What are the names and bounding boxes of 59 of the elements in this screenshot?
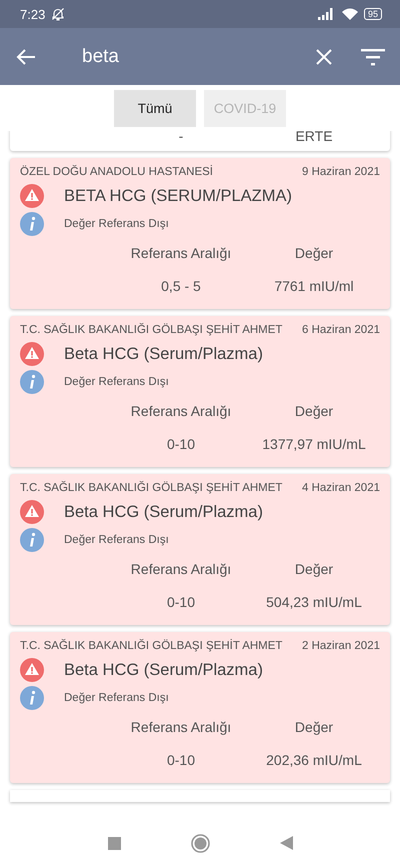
result-note: Değer Referans Dışı (64, 533, 169, 548)
test-name: Beta HCG (Serum/Plazma) (64, 660, 263, 681)
test-name: BETA HCG (SERUM/PLAZMA) (64, 186, 292, 207)
result-value: ERTE (294, 131, 334, 145)
result-date: 9 Haziran 2021 (302, 166, 380, 178)
home-icon[interactable] (190, 834, 210, 852)
back-icon[interactable] (280, 836, 292, 850)
reference-range: 0,5 - 5 (160, 277, 202, 296)
column-label: Referans Aralığı (130, 560, 232, 579)
warning-icon (20, 342, 44, 366)
result-value: 7761 mIU/ml (273, 277, 355, 296)
hospital-name: T.C. SAĞLIK BAKANLIĞI GÖLBAŞI ŞEHİT AHMET (20, 482, 282, 494)
back-icon[interactable] (16, 48, 36, 66)
result-date: 4 Haziran 2021 (302, 482, 380, 494)
filter-tab[interactable]: Tümü (114, 90, 196, 126)
hospital-name: ÖZEL DOĞU ANADOLU HASTANESİ (20, 166, 213, 178)
result-value: 202,36 mIU/mL (265, 751, 363, 770)
recents-icon[interactable] (108, 836, 120, 850)
result-note: Değer Referans Dışı (64, 217, 169, 232)
search-field[interactable]: beta (82, 46, 119, 68)
result-value: 504,23 mIU/mL (265, 593, 363, 612)
warning-icon (20, 658, 44, 682)
reference-range: 0-10 (166, 593, 196, 612)
result-note: Değer Referans Dışı (64, 691, 169, 706)
column-label: Değer (294, 718, 334, 737)
column-label: Referans Aralığı (130, 718, 232, 737)
bell-off-icon (51, 7, 66, 21)
result-card[interactable]: - ERTE (10, 131, 390, 151)
result-card[interactable]: T.C. SAĞLIK BAKANLIĞI GÖLBAŞI ŞEHİT AHMET 6 Haziran 2021 Beta HCG (Serum/Plazma) Değer Referans Dışı Referans Aralığı Değer 0-10 1377,97 mIU/mL (10, 316, 390, 467)
filter-icon[interactable] (360, 48, 386, 66)
reference-range: - (178, 131, 184, 145)
result-date: 6 Haziran 2021 (302, 324, 380, 336)
column-label: Referans Aralığı (130, 402, 232, 421)
hospital-name: T.C. SAĞLIK BAKANLIĞI GÖLBAŞI ŞEHİT AHMET (20, 324, 282, 336)
warning-icon (20, 184, 44, 208)
column-label: Referans Aralığı (130, 244, 232, 263)
battery-level: 95 (364, 8, 382, 20)
result-card[interactable]: ÖZEL DOĞU ANADOLU HASTANESİ 9 Haziran 2021 BETA HCG (SERUM/PLAZMA) Değer Referans Dışı Referans Aralığı Değer 0,5 - 5 7761 mIU/ml (10, 158, 390, 309)
result-card[interactable]: T.C. SAĞLIK BAKANLIĞI GÖLBAŞI ŞEHİT AHMET 2 Haziran 2021 Beta HCG (Serum/Plazma) Değer Referans Dışı Referans Aralığı Değer 0-10 202,36 mIU/mL (10, 632, 390, 783)
warning-icon (20, 500, 44, 524)
hospital-name: T.C. SAĞLIK BAKANLIĞI GÖLBAŞI ŞEHİT AHMET (20, 640, 282, 652)
column-label: Değer (294, 402, 334, 421)
result-date: 2 Haziran 2021 (302, 640, 380, 652)
close-icon[interactable] (316, 48, 332, 64)
column-label: Değer (294, 244, 334, 263)
info-icon (20, 212, 44, 236)
result-card[interactable]: T.C. SAĞLIK BAKANLIĞI GÖLBAŞI ŞEHİT AHMET 4 Haziran 2021 Beta HCG (Serum/Plazma) Değer Referans Dışı Referans Aralığı Değer 0-10 504,23 mIU/mL (10, 474, 390, 625)
reference-range: 0-10 (166, 751, 196, 770)
test-name: Beta HCG (Serum/Plazma) (64, 502, 263, 523)
info-icon (20, 370, 44, 394)
result-note: Değer Referans Dışı (64, 375, 169, 390)
clock: 7:23 (20, 6, 46, 22)
result-value: 1377,97 mIU/mL (261, 435, 367, 454)
test-name: Beta HCG (Serum/Plazma) (64, 344, 263, 365)
column-label: Değer (294, 560, 334, 579)
info-icon (20, 528, 44, 552)
info-icon (20, 686, 44, 710)
wifi-icon (342, 8, 358, 20)
reference-range: 0-10 (166, 435, 196, 454)
